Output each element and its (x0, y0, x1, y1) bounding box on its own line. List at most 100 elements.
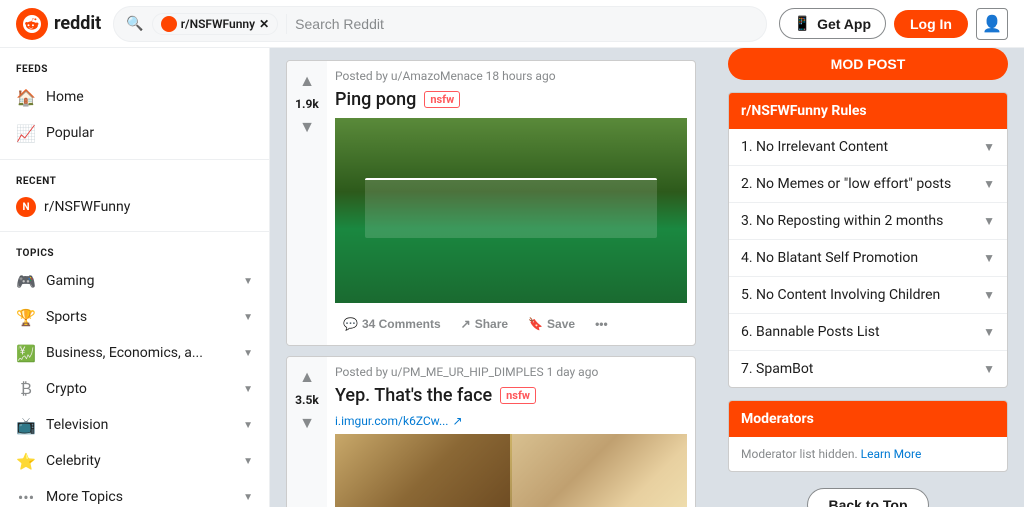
login-button[interactable]: Log In (894, 10, 968, 38)
rule-chevron-2: ▼ (983, 177, 995, 191)
mod-post-button[interactable]: MOD POST (728, 48, 1008, 80)
sidebar-item-gaming[interactable]: 🎮 Gaming ▼ (0, 263, 269, 299)
post-meta-2: Posted by u/PM_ME_UR_HIP_DIMPLES 1 day a… (335, 365, 687, 379)
save-button-1[interactable]: 🔖 Save (520, 311, 583, 337)
sidebar-item-home[interactable]: 🏠 Home (0, 79, 269, 115)
upvote-button-1[interactable]: ▲ (295, 69, 319, 93)
rule-item-5[interactable]: 5. No Content Involving Children ▼ (729, 277, 1007, 314)
popular-icon: 📈 (16, 123, 36, 143)
comments-button-1[interactable]: 💬 34 Comments (335, 311, 449, 337)
downvote-button-1[interactable]: ▼ (295, 115, 319, 139)
face-cell-2 (512, 434, 687, 507)
rule-item-3[interactable]: 3. No Reposting within 2 months ▼ (729, 203, 1007, 240)
layout: FEEDS 🏠 Home 📈 Popular RECENT N r/NSFWFu… (0, 48, 1024, 507)
subreddit-dot (161, 16, 177, 32)
television-icon: 📺 (16, 415, 36, 435)
rule-chevron-6: ▼ (983, 325, 995, 339)
back-to-top-button[interactable]: Back to Top (807, 488, 928, 507)
share-button-1[interactable]: ↗ Share (453, 311, 516, 337)
rule-item-1[interactable]: 1. No Irrelevant Content ▼ (729, 129, 1007, 166)
post-image-2 (335, 434, 687, 507)
sidebar-item-nsfw-funny[interactable]: N r/NSFWFunny (0, 191, 269, 223)
sidebar-item-business[interactable]: 💹 Business, Economics, a... ▼ (0, 335, 269, 371)
rule-text-2: 2. No Memes or "low effort" posts (741, 176, 951, 192)
face-visual (335, 434, 687, 507)
post-link-2[interactable]: i.imgur.com/k6ZCw... ↗ (335, 414, 687, 428)
rule-item-4[interactable]: 4. No Blatant Self Promotion ▼ (729, 240, 1007, 277)
rules-card: r/NSFWFunny Rules 1. No Irrelevant Conte… (728, 92, 1008, 388)
nsfw-badge-1: nsfw (424, 91, 460, 108)
rule-item-2[interactable]: 2. No Memes or "low effort" posts ▼ (729, 166, 1007, 203)
nsfw-funny-icon: N (16, 197, 36, 217)
save-icon: 🔖 (528, 317, 543, 331)
sidebar-item-crypto[interactable]: ₿ Crypto ▼ (0, 371, 269, 407)
post-image-1 (335, 118, 687, 303)
share-icon: ↗ (461, 317, 471, 331)
rule-item-7[interactable]: 7. SpamBot ▼ (729, 351, 1007, 387)
logo-text: reddit (54, 13, 101, 34)
sidebar-item-sports[interactable]: 🏆 Sports ▼ (0, 299, 269, 335)
rule-chevron-5: ▼ (983, 288, 995, 302)
rule-text-4: 4. No Blatant Self Promotion (741, 250, 918, 266)
rule-text-3: 3. No Reposting within 2 months (741, 213, 943, 229)
header-right: 📱 Get App Log In 👤 (779, 8, 1008, 40)
sidebar-item-popular[interactable]: 📈 Popular (0, 115, 269, 151)
rule-chevron-7: ▼ (983, 362, 995, 376)
mod-body-text: Moderator list hidden. (741, 447, 858, 461)
gaming-icon: 🎮 (16, 271, 36, 291)
learn-more-link[interactable]: Learn More (861, 447, 922, 461)
crypto-icon: ₿ (16, 379, 36, 399)
upvote-button-2[interactable]: ▲ (295, 365, 319, 389)
rule-chevron-4: ▼ (983, 251, 995, 265)
feeds-section-label: FEEDS (0, 56, 269, 79)
left-sidebar: FEEDS 🏠 Home 📈 Popular RECENT N r/NSFWFu… (0, 48, 270, 507)
downvote-button-2[interactable]: ▼ (295, 411, 319, 435)
sports-label: Sports (46, 309, 233, 325)
vote-count-1: 1.9k (295, 97, 319, 111)
ping-pong-visual (335, 118, 687, 303)
divider-1 (0, 159, 269, 160)
rule-text-7: 7. SpamBot (741, 361, 813, 377)
ping-pong-table (365, 178, 657, 238)
reddit-logo-icon (16, 8, 48, 40)
get-app-button[interactable]: 📱 Get App (779, 8, 886, 39)
moderators-body: Moderator list hidden. Learn More (729, 437, 1007, 471)
rule-chevron-3: ▼ (983, 214, 995, 228)
subreddit-close-icon[interactable]: ✕ (259, 17, 269, 31)
home-label: Home (46, 89, 253, 105)
recent-section-label: RECENT (0, 168, 269, 191)
search-input[interactable] (295, 16, 753, 32)
rule-item-6[interactable]: 6. Bannable Posts List ▼ (729, 314, 1007, 351)
topics-section-label: TOPICS (0, 240, 269, 263)
post-title-1: Ping pong nsfw (335, 89, 687, 110)
sports-chevron: ▼ (243, 312, 253, 323)
user-icon: 👤 (982, 14, 1002, 33)
popular-label: Popular (46, 125, 253, 141)
subreddit-name: r/NSFWFunny (181, 17, 255, 31)
business-chevron: ▼ (243, 348, 253, 359)
crypto-label: Crypto (46, 381, 233, 397)
rule-text-6: 6. Bannable Posts List (741, 324, 880, 340)
television-chevron: ▼ (243, 420, 253, 431)
vote-count-2: 3.5k (295, 393, 319, 407)
more-topics-label: More Topics (46, 489, 233, 505)
sidebar-item-more-topics[interactable]: ••• More Topics ▼ (0, 479, 269, 507)
nsfw-badge-2: nsfw (500, 387, 536, 404)
logo[interactable]: reddit (16, 8, 101, 40)
more-button-1[interactable]: ••• (587, 311, 616, 337)
celebrity-chevron: ▼ (243, 456, 253, 467)
post-card-2: ▲ 3.5k ▼ Posted by u/PM_ME_UR_HIP_DIMPLE… (286, 356, 696, 507)
post-card-1: ▲ 1.9k ▼ Posted by u/AmazoMenace 18 hour… (286, 60, 696, 346)
post-actions-1: 💬 34 Comments ↗ Share 🔖 Save ••• (335, 311, 687, 337)
celebrity-icon: ⭐ (16, 451, 36, 471)
subreddit-tag[interactable]: r/NSFWFunny ✕ (152, 13, 278, 35)
sidebar-item-television[interactable]: 📺 Television ▼ (0, 407, 269, 443)
sidebar-item-celebrity[interactable]: ⭐ Celebrity ▼ (0, 443, 269, 479)
vote-column-1: ▲ 1.9k ▼ (287, 61, 327, 345)
search-bar[interactable]: 🔍 r/NSFWFunny ✕ (113, 6, 766, 42)
television-label: Television (46, 417, 233, 433)
user-menu-button[interactable]: 👤 (976, 8, 1008, 40)
nsfw-funny-label: r/NSFWFunny (44, 199, 130, 215)
sports-icon: 🏆 (16, 307, 36, 327)
rules-header: r/NSFWFunny Rules (729, 93, 1007, 129)
